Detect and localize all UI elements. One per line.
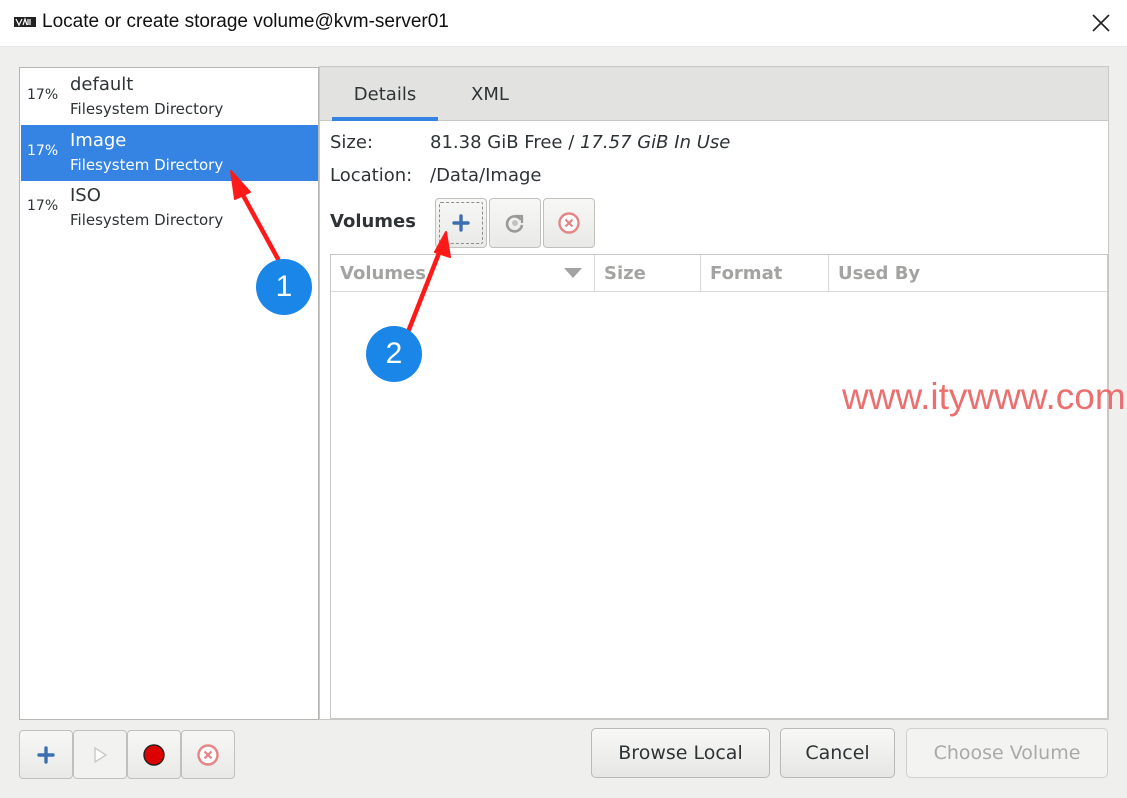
refresh-icon <box>505 214 524 233</box>
tab-bar: Details XML <box>320 67 1108 121</box>
title-bar: Locate or create storage volume@kvm-serv… <box>0 0 1127 47</box>
pool-type: Filesystem Directory <box>70 211 224 229</box>
delete-volume-button[interactable] <box>543 198 595 248</box>
close-button[interactable] <box>1082 6 1120 40</box>
add-icon <box>452 214 470 232</box>
storage-pool-list[interactable]: 17% default Filesystem Directory 17% Ima… <box>19 67 319 720</box>
location-label: Location: <box>330 165 413 186</box>
virt-manager-icon <box>14 17 36 27</box>
column-header-volumes[interactable]: Volumes <box>331 255 595 291</box>
window-title: Locate or create storage volume@kvm-serv… <box>42 11 449 32</box>
add-pool-button[interactable] <box>19 730 73 779</box>
location-value: /Data/Image <box>430 165 542 186</box>
volume-table-header: Volumes Size Format Used By <box>331 255 1107 292</box>
add-volume-button[interactable] <box>435 198 487 248</box>
used-space: 17.57 GiB In Use <box>579 132 731 153</box>
pool-usage-percent: 17% <box>27 143 59 159</box>
delete-pool-button[interactable] <box>181 730 235 779</box>
tab-details-label: Details <box>353 83 417 105</box>
size-separator: / <box>562 132 580 153</box>
pool-name: Image <box>70 130 127 151</box>
start-pool-button[interactable] <box>73 730 127 779</box>
volumes-label: Volumes <box>330 211 416 232</box>
delete-icon <box>558 212 580 234</box>
column-header-used-by[interactable]: Used By <box>829 255 1107 291</box>
stop-pool-button[interactable] <box>127 730 181 779</box>
column-format-label: Format <box>710 262 783 284</box>
add-pool-icon <box>37 745 55 764</box>
watermark-text: www.itywww.com <box>842 376 1126 417</box>
size-label: Size: <box>330 132 374 153</box>
close-icon <box>1092 14 1110 32</box>
pool-type: Filesystem Directory <box>70 100 224 118</box>
annotation-badge-2: 2 <box>366 326 422 382</box>
sort-arrow-icon <box>564 268 582 278</box>
delete-pool-icon <box>197 743 219 766</box>
pool-item-iso[interactable]: 17% ISO Filesystem Directory <box>21 180 318 236</box>
pool-item-image[interactable]: 17% Image Filesystem Directory <box>21 125 318 181</box>
start-pool-icon <box>94 746 108 763</box>
pool-name: default <box>70 74 134 95</box>
tab-xml[interactable]: XML <box>446 67 534 121</box>
column-size-label: Size <box>604 262 646 284</box>
tab-details[interactable]: Details <box>332 67 438 121</box>
column-header-format[interactable]: Format <box>701 255 829 291</box>
column-volumes-label: Volumes <box>340 262 426 284</box>
column-header-size[interactable]: Size <box>595 255 701 291</box>
pool-usage-percent: 17% <box>27 198 59 214</box>
cancel-button[interactable]: Cancel <box>780 728 895 778</box>
dialog-body: 17% default Filesystem Directory 17% Ima… <box>0 47 1127 798</box>
pool-type: Filesystem Directory <box>70 156 224 174</box>
volume-table[interactable]: Volumes Size Format Used By <box>330 254 1108 719</box>
stop-pool-icon <box>143 743 165 766</box>
size-value: 81.38 GiB Free / 17.57 GiB In Use <box>430 132 730 153</box>
pool-item-default[interactable]: 17% default Filesystem Directory <box>21 69 318 125</box>
pool-usage-percent: 17% <box>27 87 59 103</box>
choose-volume-button[interactable]: Choose Volume <box>906 728 1108 778</box>
refresh-volumes-button[interactable] <box>489 198 541 248</box>
annotation-badge-1: 1 <box>256 259 312 315</box>
browse-local-button[interactable]: Browse Local <box>591 728 770 778</box>
column-used-by-label: Used By <box>838 262 921 284</box>
tab-xml-label: XML <box>471 83 509 105</box>
free-space: 81.38 GiB Free <box>430 132 563 153</box>
pool-name: ISO <box>70 185 101 206</box>
